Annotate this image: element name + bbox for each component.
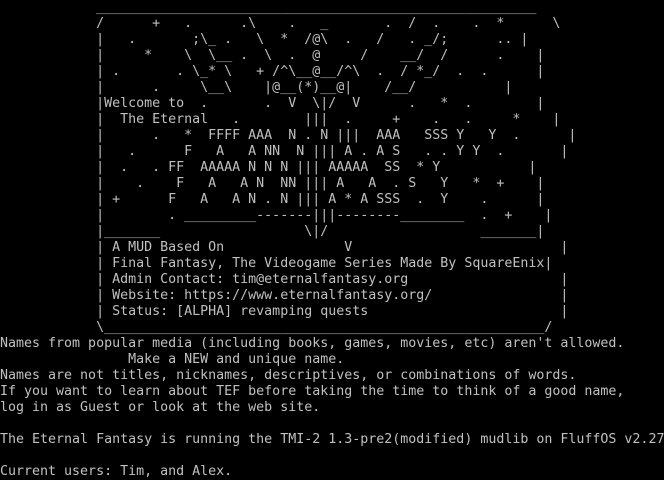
banner-mud-based-line: | A MUD Based On V | (0, 240, 569, 255)
guest-info-line: log in as Guest or look at the web site. (0, 400, 321, 415)
banner-art-line: | . ;\_ . \ * /@\ . / . _/; .. | (0, 32, 529, 47)
banner-top-border: ________________________________________… (0, 0, 537, 15)
mudlib-info-line: The Eternal Fantasy is running the TMI-2… (0, 432, 664, 447)
banner-logo-line: | . * FFFF AAA N . N ||| AAA SSS Y Y . | (0, 128, 577, 143)
banner-source-line: | Final Fantasy, The Videogame Series Ma… (0, 256, 553, 271)
banner-website: | Website: https://www.eternalfantasy.or… (0, 288, 569, 303)
banner-sword-line: |_______ \|/ _______| (0, 224, 545, 239)
banner-art-line: | . \__\ |@__(*)__@| /__/ | (0, 80, 513, 95)
naming-rule-line: Names are not titles, nicknames, descrip… (0, 368, 577, 383)
terminal-window[interactable]: ________________________________________… (0, 0, 664, 480)
banner-title-line: | The Eternal . ||| . + . . * | (0, 112, 561, 127)
banner-welcome-line: |Welcome to . . V \|/ V . * . | (0, 96, 545, 111)
banner-logo-line: | . F A A NN N ||| A . A S . . Y Y . | (0, 144, 569, 159)
banner-logo-line: | . . FF AAAAA N N N ||| AAAAA SS * Y | (0, 160, 537, 175)
banner-art-line: | . . \_* \ + /^\__@__/^\ . / *_/ . . | (0, 64, 545, 79)
naming-rule-line: Names from popular media (including book… (0, 336, 625, 351)
naming-rule-line: Make a NEW and unique name. (0, 352, 345, 367)
banner-status: | Status: [ALPHA] revamping quests | (0, 304, 569, 319)
guest-info-line: If you want to learn about TEF before ta… (0, 384, 625, 399)
banner-logo-line: | + F A A N . N ||| A * A SSS . Y . | (0, 192, 545, 207)
banner-admin-contact: | Admin Contact: tim@eternalfantasy.org … (0, 272, 569, 287)
banner-art-line: | * \ \__ . \ . @ / __/ / . | (0, 48, 545, 63)
banner-sword-line: | . _________-------|||--------________ … (0, 208, 553, 223)
current-users-line: Current users: Tim, and Alex. (0, 464, 233, 479)
banner-bottom-border: \_______________________________________… (0, 320, 553, 335)
banner-art-line: / + . .\ . _ . / . . * \ (0, 16, 561, 31)
banner-logo-line: | . F A A N NN ||| A A . S Y * + | (0, 176, 545, 191)
